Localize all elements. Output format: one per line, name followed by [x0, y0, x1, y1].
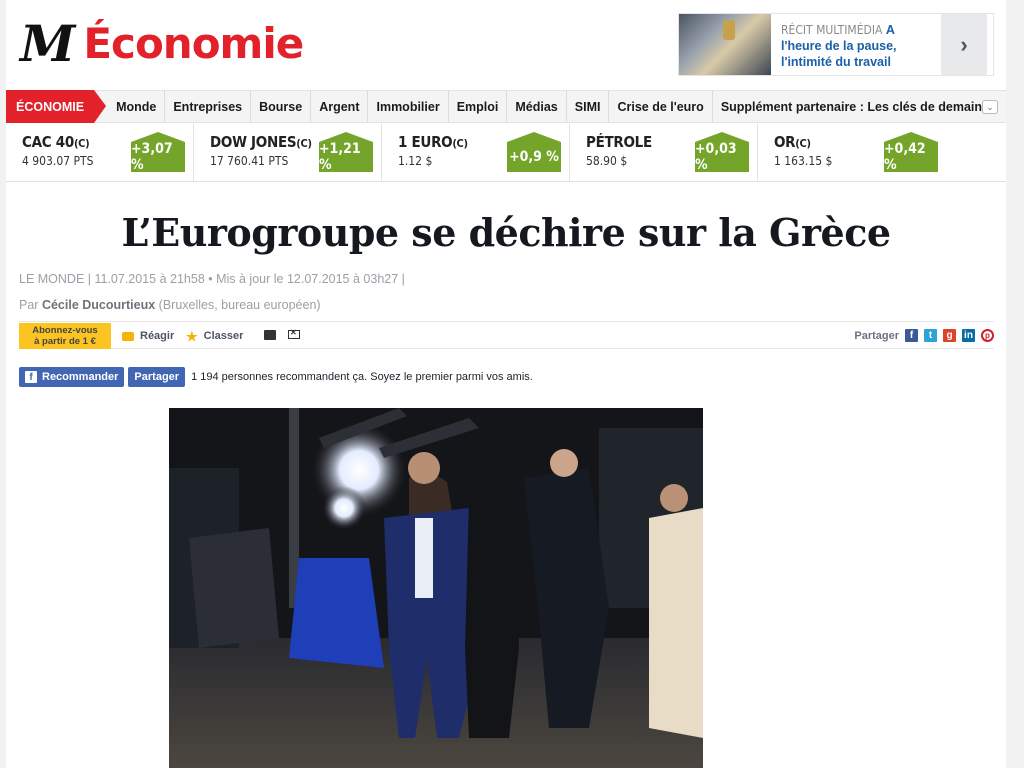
ticker-value: 58.90 $: [586, 154, 628, 168]
ticker-name: 1 EURO(C): [398, 133, 468, 151]
promo-kicker: RÉCIT MULTIMÉDIA: [781, 23, 883, 37]
page-frame: M Économie RÉCIT MULTIMÉDIA A l'heure de…: [6, 0, 1006, 768]
react-button[interactable]: Réagir: [122, 330, 174, 342]
nav-item-monde[interactable]: Monde: [108, 90, 166, 123]
ticker-item-cac40[interactable]: CAC 40(C) 4 903.07 PTS +3,07 %: [6, 124, 194, 182]
pinterest-icon[interactable]: p: [981, 329, 994, 342]
subscribe-line-2: à partir de 1 €: [34, 336, 96, 347]
nav-item-bourse[interactable]: Bourse: [251, 90, 312, 123]
facebook-share-button[interactable]: Partager: [128, 367, 186, 387]
chevron-down-icon[interactable]: ⌄: [982, 100, 998, 114]
ticker-name: PÉTROLE: [586, 133, 652, 151]
promo-text[interactable]: RÉCIT MULTIMÉDIA A l'heure de la pause, …: [771, 14, 941, 75]
ticker-value: 17 760.41 PTS: [210, 154, 289, 168]
ticker-item-euro[interactable]: 1 EURO(C) 1.12 $ +0,9 %: [382, 124, 570, 182]
article-headline: L’Eurogroupe se déchire sur la Grèce: [121, 210, 891, 255]
author-name[interactable]: Cécile Ducourtieux: [42, 298, 155, 312]
nav-item-immobilier[interactable]: Immobilier: [368, 90, 449, 123]
article-meta: LE MONDE | 11.07.2015 à 21h58 • Mis à jo…: [19, 272, 405, 286]
ticker-name: DOW JONES(C): [210, 133, 312, 151]
ticker-change-badge: +0,42 %: [884, 132, 938, 173]
article-byline: Par Cécile Ducourtieux (Bruxelles, burea…: [19, 298, 321, 312]
subscribe-button[interactable]: Abonnez-vous à partir de 1 €: [19, 323, 111, 349]
byline-prefix: Par: [19, 298, 39, 312]
facebook-social-text: 1 194 personnes recommandent ça. Soyez l…: [191, 371, 533, 383]
ticker-item-or[interactable]: OR(C) 1 163.15 $ +0,42 %: [758, 124, 946, 182]
classer-button[interactable]: ★ Classer: [186, 328, 244, 344]
nav-item-entreprises[interactable]: Entreprises: [165, 90, 252, 123]
nav-item-crise-euro[interactable]: Crise de l'euro: [609, 90, 713, 123]
print-icon: [264, 330, 276, 340]
print-button[interactable]: [264, 330, 282, 340]
subscribe-line-1: Abonnez-vous: [32, 325, 98, 336]
mail-icon: [288, 328, 300, 339]
nav-item-emploi[interactable]: Emploi: [449, 90, 508, 123]
facebook-icon: f: [25, 371, 37, 383]
section-title[interactable]: Économie: [83, 18, 304, 70]
email-button[interactable]: [288, 328, 306, 339]
facebook-icon[interactable]: f: [905, 329, 918, 342]
article-toolbar: Abonnez-vous à partir de 1 € Réagir ★ Cl…: [19, 321, 994, 349]
promo-thumbnail[interactable]: [679, 14, 771, 75]
comment-icon: [122, 331, 134, 341]
share-label: Partager: [854, 329, 899, 342]
multimedia-promo[interactable]: RÉCIT MULTIMÉDIA A l'heure de la pause, …: [678, 13, 994, 76]
page: M Économie RÉCIT MULTIMÉDIA A l'heure de…: [0, 0, 1024, 768]
linkedin-icon[interactable]: in: [962, 329, 975, 342]
google-plus-icon[interactable]: g: [943, 329, 956, 342]
masthead[interactable]: M Économie: [20, 18, 304, 70]
nav-item-simi[interactable]: SIMI: [567, 90, 610, 123]
market-ticker: CAC 40(C) 4 903.07 PTS +3,07 % DOW JONES…: [6, 124, 1006, 182]
ticker-item-petrole[interactable]: PÉTROLE 58.90 $ +0,03 %: [570, 124, 758, 182]
facebook-recommend-button[interactable]: f Recommander: [19, 367, 125, 387]
classer-label: Classer: [203, 330, 244, 342]
ticker-change-badge: +1,21 %: [319, 132, 373, 173]
ticker-change-badge: +3,07 %: [131, 132, 185, 173]
facebook-bar: f Recommander Partager 1 194 personnes r…: [19, 367, 533, 387]
ticker-change-badge: +0,9 %: [507, 132, 561, 172]
article-photo[interactable]: [169, 408, 703, 768]
ticker-value: 4 903.07 PTS: [22, 154, 94, 168]
photo-illustration: [169, 408, 703, 768]
share-bar: Partager f t g in p: [854, 329, 994, 342]
nav-item-supplement[interactable]: Supplément partenaire : Les clés de dema…: [713, 90, 990, 123]
author-note: (Bruxelles, bureau européen): [158, 298, 321, 312]
ticker-value: 1.12 $: [398, 154, 433, 168]
recommend-label: Recommander: [42, 371, 119, 383]
ticker-name: OR(C): [774, 133, 811, 151]
ticker-change-badge: +0,03 %: [695, 132, 749, 173]
nav-item-economie[interactable]: ÉCONOMIE: [6, 90, 107, 123]
section-nav: ÉCONOMIE Monde Entreprises Bourse Argent…: [6, 90, 1006, 123]
nav-item-argent[interactable]: Argent: [311, 90, 369, 123]
ticker-value: 1 163.15 $: [774, 154, 833, 168]
ticker-name: CAC 40(C): [22, 133, 90, 151]
le-monde-logo[interactable]: M: [20, 18, 75, 70]
nav-item-medias[interactable]: Médias: [507, 90, 567, 123]
ticker-item-dow-jones[interactable]: DOW JONES(C) 17 760.41 PTS +1,21 %: [194, 124, 382, 182]
star-icon: ★: [186, 328, 198, 344]
react-label: Réagir: [140, 330, 175, 342]
chevron-right-icon[interactable]: ›: [941, 14, 987, 75]
twitter-icon[interactable]: t: [924, 329, 937, 342]
